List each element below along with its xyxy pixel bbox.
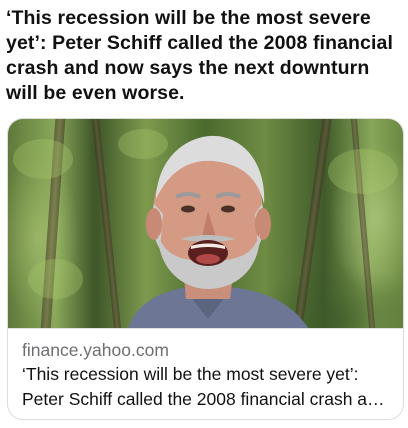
post-text: ‘This recession will be the most severe … (6, 7, 393, 104)
link-preview-card[interactable]: finance.yahoo.com ‘This recession will b… (7, 118, 404, 420)
person-photo (128, 135, 308, 328)
link-domain: finance.yahoo.com (22, 340, 169, 360)
link-preview-text[interactable]: finance.yahoo.com ‘This recession will b… (8, 328, 403, 419)
link-title: ‘This recession will be the most severe … (22, 364, 387, 409)
link-preview-image[interactable] (8, 119, 403, 328)
